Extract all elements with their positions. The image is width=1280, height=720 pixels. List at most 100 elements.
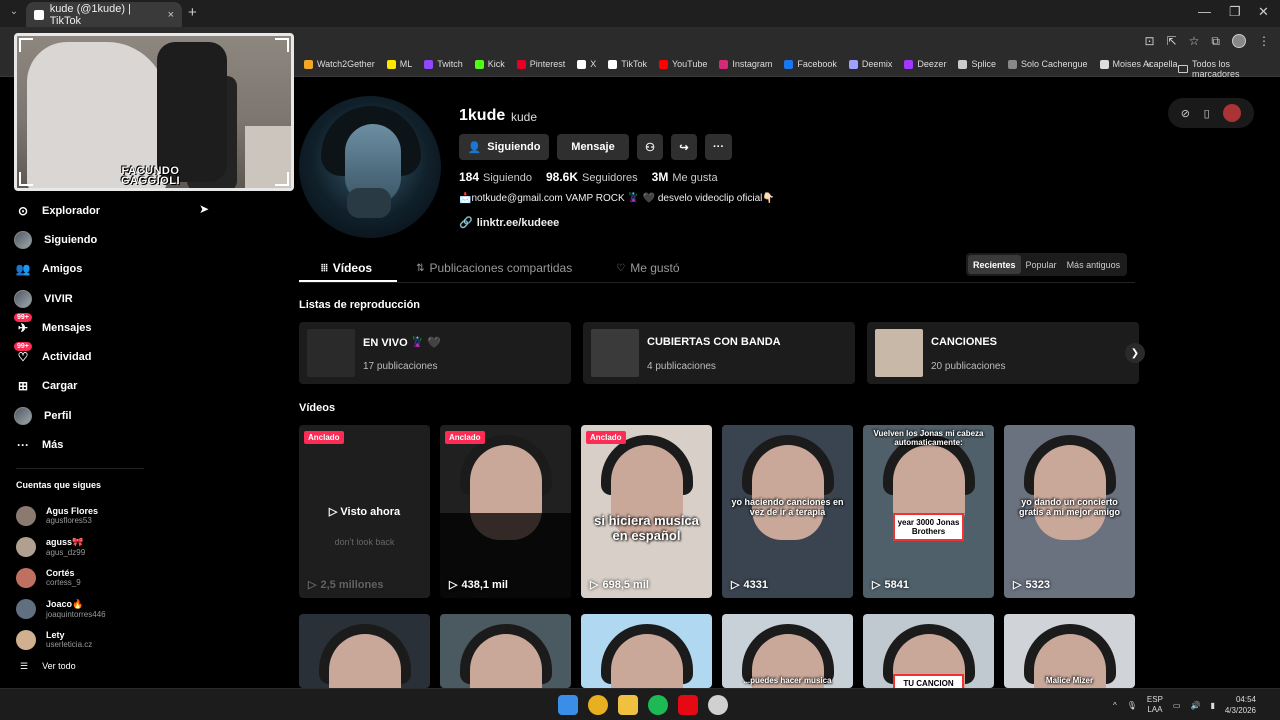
bookmarks-more-button[interactable]: »	[1146, 59, 1152, 70]
friends-icon: 👥	[15, 262, 31, 277]
bookmark-item[interactable]: Pinterest	[516, 59, 566, 69]
video-card[interactable]: ...puedes hacer musica	[722, 614, 853, 688]
translate-icon[interactable]: ⊡	[1145, 34, 1155, 49]
notification-badge: 99+	[14, 313, 32, 323]
bookmark-item[interactable]: Splice	[958, 59, 996, 69]
message-button[interactable]: Mensaje	[557, 134, 629, 160]
microphone-icon[interactable]: 🎙	[1127, 701, 1137, 710]
restore-icon[interactable]: ❐	[1229, 4, 1241, 20]
sidebar-item-cargar[interactable]: ⊞ Cargar	[10, 372, 170, 401]
user-avatar[interactable]	[1223, 104, 1242, 122]
following-account[interactable]: aguss🎀 agus_dz99	[16, 531, 166, 562]
volume-icon[interactable]: 🔊	[1190, 701, 1200, 710]
playlist-card[interactable]: CUBIERTAS CON BANDA 4 publicaciones	[583, 322, 855, 384]
playlist-card[interactable]: CANCIONES 20 publicaciones	[867, 322, 1139, 384]
tab-close-icon[interactable]: ×	[168, 9, 174, 21]
video-card[interactable]: yo haciendo canciones en vez de ir a ter…	[722, 425, 853, 598]
spotify-icon[interactable]	[648, 695, 668, 715]
stat-seguidores[interactable]: 98.6K Seguidores	[546, 170, 638, 184]
video-card[interactable]: Vuelven los Jonas mi cabeza automaticame…	[863, 425, 994, 598]
playlist-card[interactable]: EN VIVO 🦹 🖤 17 publicaciones	[299, 322, 571, 384]
video-card[interactable]: yo dando un concierto gratis a mi mejor …	[1004, 425, 1135, 598]
sidebar-item-vivir[interactable]: VIVIR	[10, 284, 170, 313]
sidebar-item-amigos[interactable]: 👥 Amigos	[10, 255, 170, 284]
windows-start-icon[interactable]	[558, 695, 578, 715]
battery-icon[interactable]: ▮	[1210, 701, 1214, 710]
bookmark-item[interactable]: Kick	[474, 59, 505, 69]
bookmark-favicon-icon	[474, 59, 484, 69]
sort-option[interactable]: Más antiguos	[1062, 255, 1126, 274]
sidebar-item-mensajes[interactable]: ✈ Mensajes 99+	[10, 313, 170, 342]
tab-search-icon[interactable]: ⌄	[6, 6, 22, 20]
bookmark-star-icon[interactable]: ☆	[1189, 34, 1200, 49]
following-account[interactable]: Joaco🔥 joaquintorres446	[16, 593, 166, 624]
following-account[interactable]: Agus Flores agusflores53	[16, 500, 166, 531]
chrome-icon[interactable]	[588, 695, 608, 715]
share-button[interactable]: ↪	[671, 134, 697, 160]
video-card[interactable]: Anclado si hiciera musica en español ▷ 698,…	[581, 425, 712, 598]
view-count: ▷ 4331	[731, 578, 768, 592]
bookmark-item[interactable]: Deezer	[904, 59, 946, 69]
sort-option[interactable]: Recientes	[968, 255, 1021, 274]
profile-link[interactable]: 🔗 linktr.ee/kudeee	[459, 216, 559, 230]
following-accounts-list: Agus Flores agusflores53 aguss🎀 agus_dz99 Co…	[16, 500, 166, 655]
pinned-badge: Anclado	[304, 431, 344, 444]
obs-icon[interactable]	[708, 695, 728, 715]
browser-menu-icon[interactable]: ⋮	[1258, 34, 1270, 49]
device-icon[interactable]: ▯	[1204, 107, 1210, 120]
playlists-next-button[interactable]: ❯	[1125, 343, 1145, 363]
following-accounts-title: Cuentas que sigues	[16, 480, 102, 490]
add-friend-button[interactable]: ⚇	[637, 134, 663, 160]
bookmark-item[interactable]: Instagram	[719, 59, 772, 69]
video-card[interactable]	[581, 614, 712, 688]
netflix-icon[interactable]	[678, 695, 698, 715]
video-card[interactable]: Anclado ▷ 438,1 mil	[440, 425, 571, 598]
window-close-icon[interactable]: ✕	[1258, 4, 1269, 20]
video-card[interactable]: TU CANCION	[863, 614, 994, 688]
bookmark-item[interactable]: Deemix	[848, 59, 892, 69]
video-card[interactable]: Malice Mizer	[1004, 614, 1135, 688]
bookmark-item[interactable]: Moises Acapella	[1099, 59, 1178, 69]
clock[interactable]: 04:54 4/3/2026	[1225, 694, 1256, 716]
bookmark-item[interactable]: YouTube	[658, 59, 707, 69]
bookmark-item[interactable]: ML	[386, 59, 412, 69]
language-indicator[interactable]: ESP LAA	[1147, 695, 1163, 715]
sort-option[interactable]: Popular	[1021, 255, 1062, 274]
browser-tab[interactable]: kude (@1kude) | TikTok ×	[26, 2, 182, 27]
video-card[interactable]	[299, 614, 430, 688]
sidebar-item-actividad[interactable]: ♡ Actividad 99+	[10, 342, 170, 371]
network-icon[interactable]: ▭	[1173, 701, 1181, 710]
file-explorer-icon[interactable]	[618, 695, 638, 715]
tab-2[interactable]: ♡ Me gustó	[594, 255, 701, 281]
new-tab-button[interactable]: +	[188, 4, 197, 21]
install-icon[interactable]: ⇱	[1167, 34, 1177, 49]
tray-overflow-icon[interactable]: ^	[1113, 701, 1117, 710]
following-account[interactable]: Lety userleticia.cz	[16, 624, 166, 655]
following-account[interactable]: Cortés cortess_9	[16, 562, 166, 593]
bookmark-item[interactable]: TikTok	[608, 59, 647, 69]
bookmark-item[interactable]: Watch2Gether	[304, 59, 375, 69]
video-card[interactable]: Anclado ▷ Visto ahora don't look back ▷ 2,5 …	[299, 425, 430, 598]
bookmark-item[interactable]: Solo Cachengue	[1007, 59, 1088, 69]
video-card[interactable]	[440, 614, 571, 688]
following-button[interactable]: 👤 Siguiendo	[459, 134, 549, 160]
sidebar-item-más[interactable]: ··· Más	[10, 430, 170, 459]
browser-profile-avatar[interactable]	[1232, 34, 1246, 48]
more-options-button[interactable]: ···	[705, 134, 732, 160]
bookmark-item[interactable]: X	[577, 59, 596, 69]
coin-icon[interactable]: ⊘	[1181, 107, 1190, 120]
bookmark-item[interactable]: Facebook	[784, 59, 837, 69]
bookmark-item[interactable]: Twitch	[424, 59, 463, 69]
tab-0[interactable]: ⦙⦙⦙ Vídeos	[299, 255, 394, 281]
sidebar-item-siguiendo[interactable]: Siguiendo	[10, 225, 170, 254]
sidebar-item-explorador[interactable]: ⊙ Explorador	[10, 196, 170, 225]
tab-1[interactable]: ⇅ Publicaciones compartidas	[394, 255, 594, 281]
see-all-button[interactable]: ☰ Ver todo	[20, 661, 76, 672]
all-bookmarks-button[interactable]: Todos los marcadores	[1178, 59, 1280, 79]
extensions-icon[interactable]: ⧉	[1211, 34, 1220, 49]
stat-siguiendo[interactable]: 184 Siguiendo	[459, 170, 532, 184]
stat-me-gusta[interactable]: 3M Me gusta	[652, 170, 718, 184]
minimize-icon[interactable]: —	[1198, 4, 1211, 19]
bookmark-label: Pinterest	[529, 59, 566, 69]
sidebar-item-perfil[interactable]: Perfil	[10, 401, 170, 430]
